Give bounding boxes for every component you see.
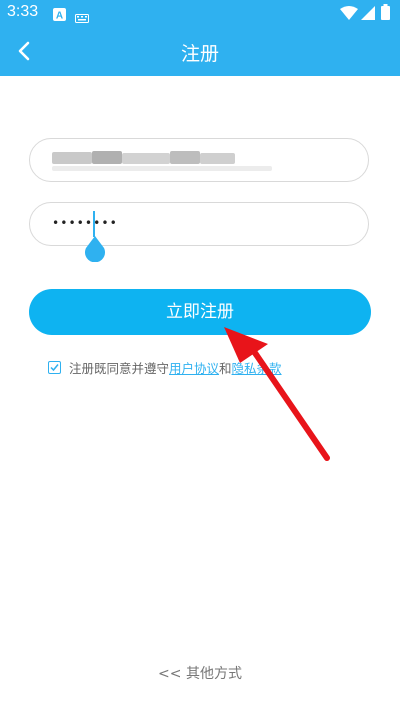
status-time: 3:33 bbox=[7, 3, 39, 20]
agreement-row: 注册既同意并遵守 用户协议 和 隐私条款 bbox=[48, 358, 282, 376]
battery-icon bbox=[381, 4, 390, 24]
phone-field[interactable] bbox=[29, 138, 369, 182]
svg-text:A: A bbox=[56, 11, 63, 22]
app-bar: 注册 bbox=[0, 26, 400, 76]
user-agreement-link[interactable]: 用户协议 bbox=[169, 358, 219, 377]
page-title: 注册 bbox=[180, 43, 219, 65]
privacy-terms-link[interactable]: 隐私条款 bbox=[232, 358, 282, 377]
annotation-arrow-icon bbox=[224, 327, 330, 461]
agreement-text: 注册既同意并遵守 bbox=[69, 360, 170, 376]
text-cursor bbox=[93, 211, 95, 237]
agreement-and: 和 bbox=[219, 360, 232, 376]
register-button[interactable]: 立即注册 bbox=[29, 289, 371, 335]
agree-checkbox[interactable] bbox=[48, 360, 61, 374]
wifi-icon bbox=[340, 5, 358, 24]
keyboard-icon bbox=[75, 8, 89, 27]
a-app-icon: A bbox=[53, 6, 66, 25]
password-value: •••••••• bbox=[52, 216, 118, 230]
signal-icon bbox=[361, 5, 375, 24]
other-methods-link[interactable]: << 其他方式 bbox=[0, 663, 400, 683]
status-bar: 3:33 A bbox=[0, 0, 400, 26]
cursor-handle-icon[interactable] bbox=[84, 236, 106, 263]
password-field[interactable]: •••••••• bbox=[29, 202, 369, 246]
